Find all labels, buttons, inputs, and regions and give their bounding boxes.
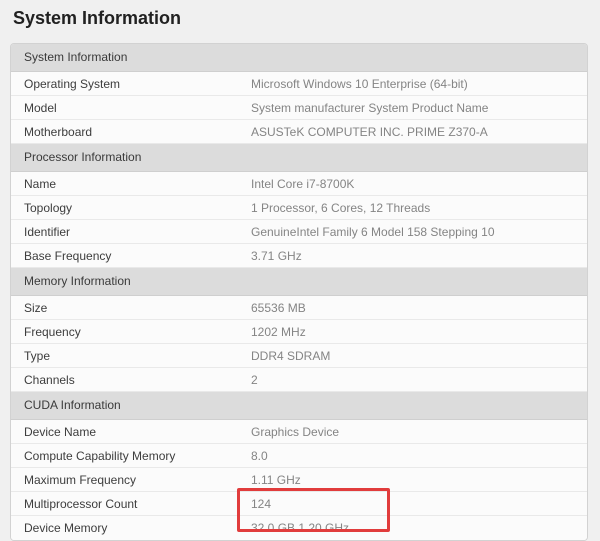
row-label: Device Name	[24, 425, 251, 439]
table-row: Type DDR4 SDRAM	[11, 344, 587, 368]
row-label: Base Frequency	[24, 249, 251, 263]
row-value: System manufacturer System Product Name	[251, 101, 488, 115]
section-header: CUDA Information	[11, 392, 587, 420]
row-value: Graphics Device	[251, 425, 339, 439]
row-value: Microsoft Windows 10 Enterprise (64-bit)	[251, 77, 468, 91]
row-label: Channels	[24, 373, 251, 387]
row-label: Identifier	[24, 225, 251, 239]
row-value: 124	[251, 497, 271, 511]
row-value: DDR4 SDRAM	[251, 349, 330, 363]
row-label: Maximum Frequency	[24, 473, 251, 487]
row-label: Frequency	[24, 325, 251, 339]
row-label: Topology	[24, 201, 251, 215]
row-value: 1.11 GHz	[251, 473, 301, 487]
table-row: Model System manufacturer System Product…	[11, 96, 587, 120]
section-header: Processor Information	[11, 144, 587, 172]
row-label: Size	[24, 301, 251, 315]
row-value: 65536 MB	[251, 301, 306, 315]
row-label: Device Memory	[24, 521, 251, 535]
table-row: Name Intel Core i7-8700K	[11, 172, 587, 196]
row-label: Operating System	[24, 77, 251, 91]
table-row: Operating System Microsoft Windows 10 En…	[11, 72, 587, 96]
row-label: Multiprocessor Count	[24, 497, 251, 511]
row-value: 1202 MHz	[251, 325, 306, 339]
table-row: Motherboard ASUSTeK COMPUTER INC. PRIME …	[11, 120, 587, 144]
table-row: Frequency 1202 MHz	[11, 320, 587, 344]
table-row: Channels 2	[11, 368, 587, 392]
section-header: System Information	[11, 44, 587, 72]
system-info-panel: System Information Operating System Micr…	[10, 43, 588, 541]
table-row: Base Frequency 3.71 GHz	[11, 244, 587, 268]
table-row: Maximum Frequency 1.11 GHz	[11, 468, 587, 492]
table-row: Size 65536 MB	[11, 296, 587, 320]
section-header: Memory Information	[11, 268, 587, 296]
table-row: Compute Capability Memory 8.0	[11, 444, 587, 468]
row-label: Model	[24, 101, 251, 115]
row-label: Compute Capability Memory	[24, 449, 251, 463]
row-value: 32.0 GB 1.20 GHz	[251, 521, 349, 535]
row-label: Type	[24, 349, 251, 363]
row-value: GenuineIntel Family 6 Model 158 Stepping…	[251, 225, 495, 239]
row-label: Name	[24, 177, 251, 191]
table-row: Device Memory 32.0 GB 1.20 GHz	[11, 516, 587, 540]
row-value: 3.71 GHz	[251, 249, 302, 263]
table-row: Multiprocessor Count 124	[11, 492, 587, 516]
page-title: System Information	[13, 9, 600, 27]
row-label: Motherboard	[24, 125, 251, 139]
row-value: 2	[251, 373, 258, 387]
table-row: Topology 1 Processor, 6 Cores, 12 Thread…	[11, 196, 587, 220]
row-value: 8.0	[251, 449, 268, 463]
row-value: 1 Processor, 6 Cores, 12 Threads	[251, 201, 430, 215]
row-value: ASUSTeK COMPUTER INC. PRIME Z370-A	[251, 125, 488, 139]
table-row: Device Name Graphics Device	[11, 420, 587, 444]
row-value: Intel Core i7-8700K	[251, 177, 354, 191]
table-row: Identifier GenuineIntel Family 6 Model 1…	[11, 220, 587, 244]
